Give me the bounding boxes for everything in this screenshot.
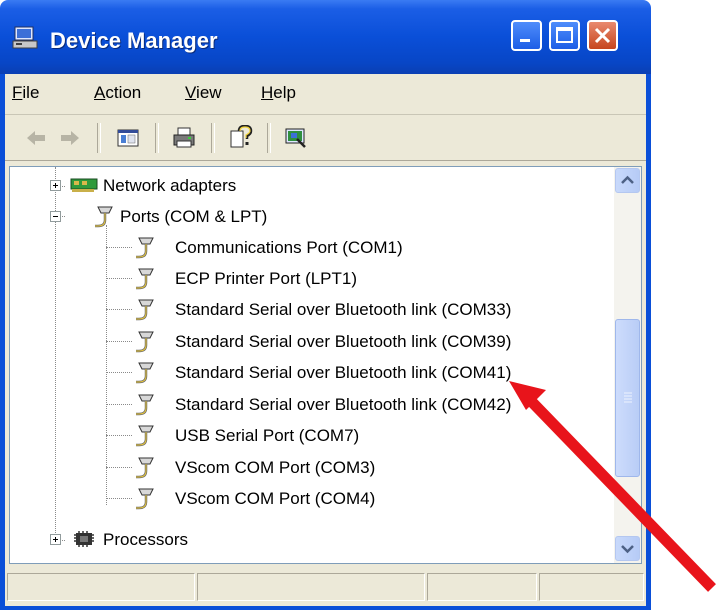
- annotation-arrow: [509, 381, 716, 592]
